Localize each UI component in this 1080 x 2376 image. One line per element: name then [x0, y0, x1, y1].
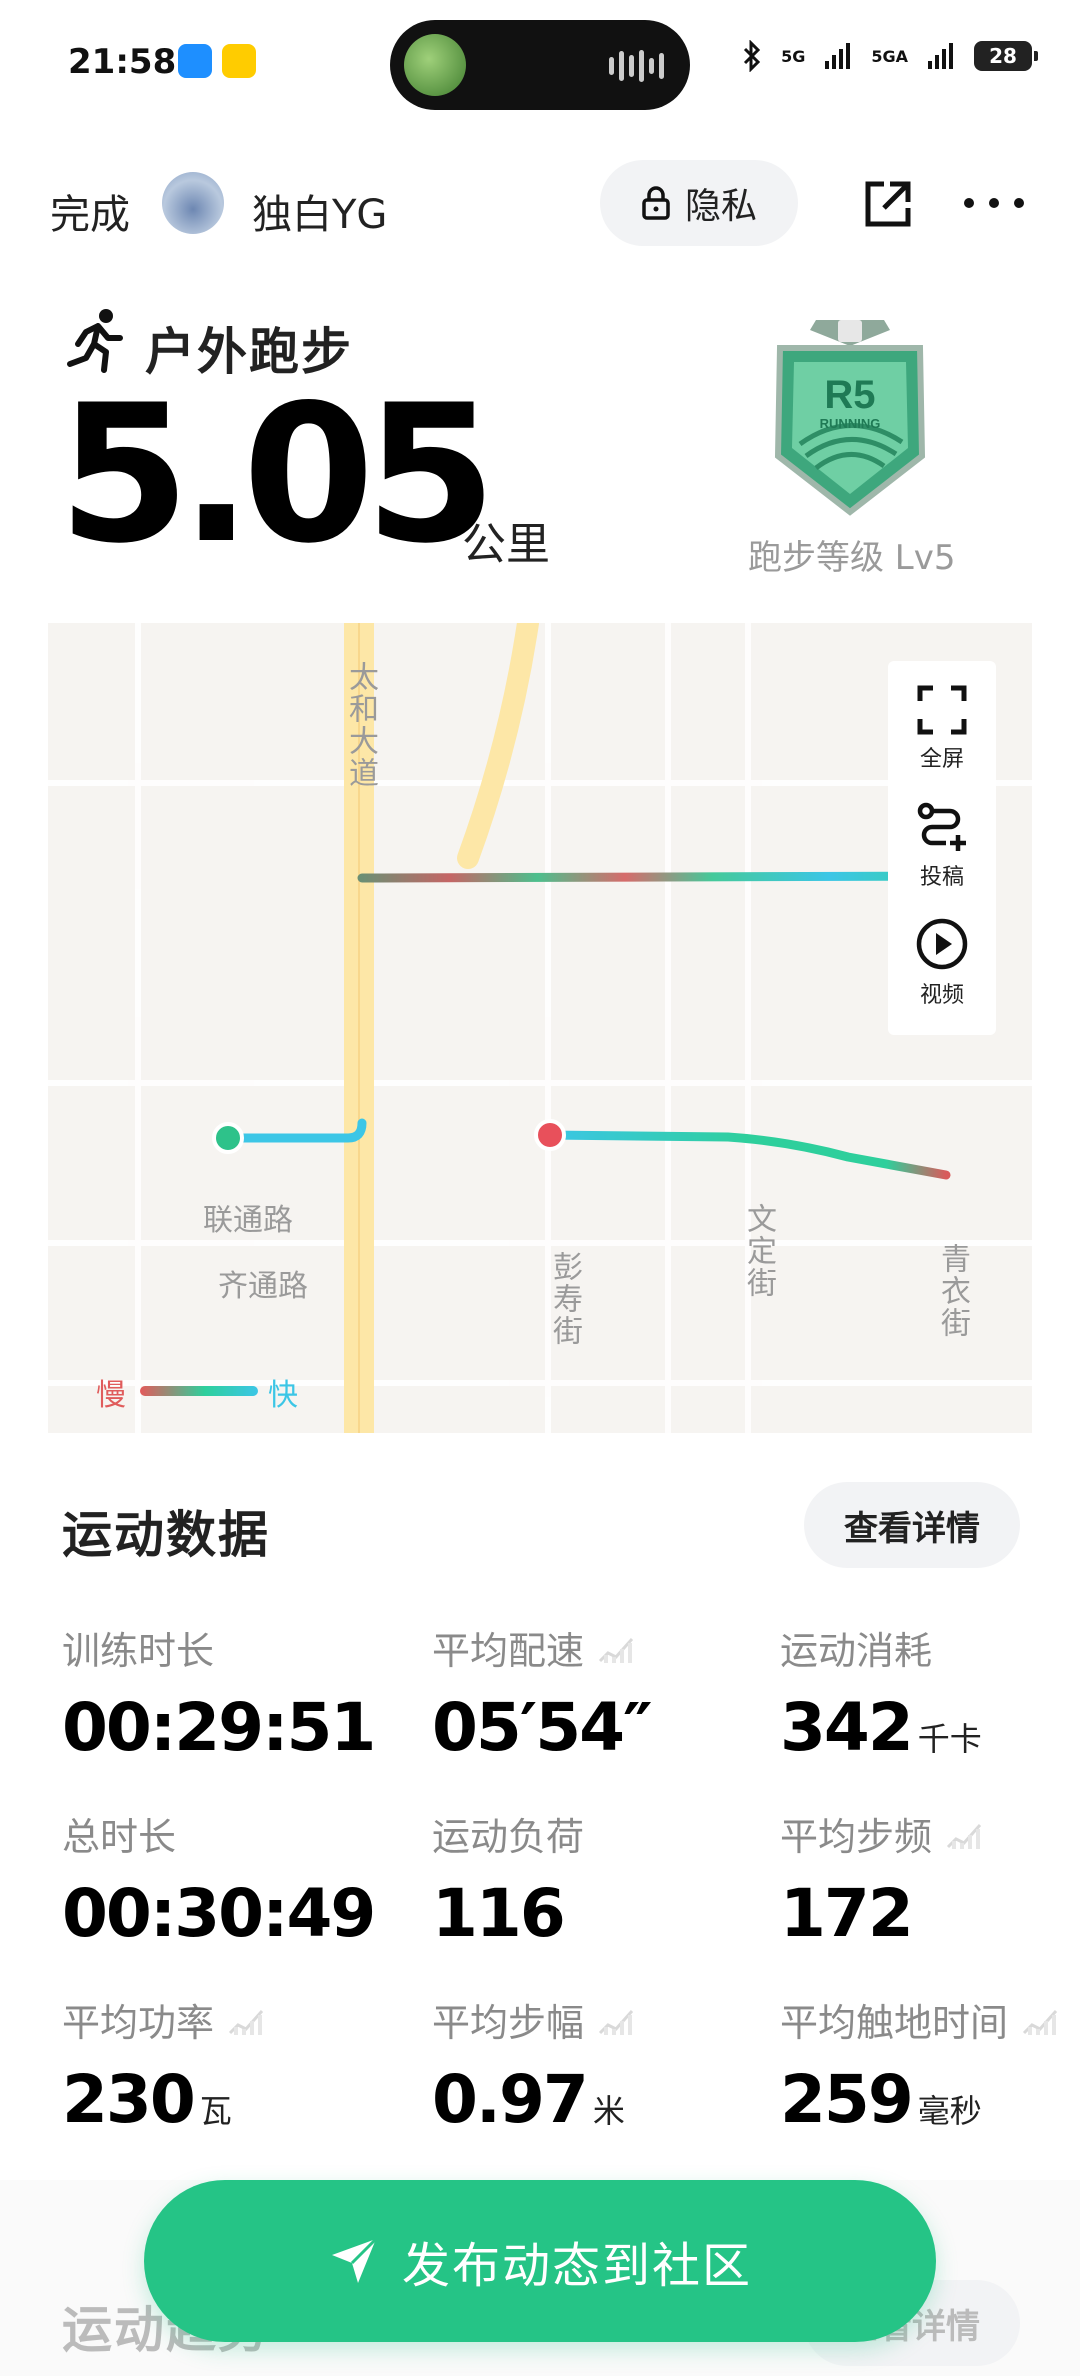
fullscreen-button[interactable]: 全屏 [888, 685, 996, 773]
running-level-badge[interactable]: R5 RUNNING [760, 316, 940, 516]
road-label-pengshou: 彭寿街 [547, 1251, 582, 1347]
video-label: 视频 [919, 983, 964, 1008]
trend-chart-icon [598, 1637, 634, 1663]
stat-label: 平均配速 [432, 1629, 585, 1673]
stat-value: 259 [780, 2061, 914, 2138]
section-title: 运动数据 [62, 1506, 270, 1564]
map-canvas [48, 623, 1032, 1433]
status-bar: 21:58 5G 5GA 28 [0, 0, 1080, 130]
stat-value: 00:30:49 [62, 1875, 376, 1952]
stat-label: 平均触地时间 [780, 2001, 1009, 2045]
map-tools-panel: 全屏 投稿 视频 [888, 661, 996, 1035]
stat-total-duration: 总时长 00:30:49 [62, 1806, 376, 1952]
trend-chart-icon [1022, 2009, 1058, 2035]
app-notification-icon [222, 44, 256, 78]
stat-value: 230 [62, 2061, 196, 2138]
top-bar: 完成 独白YG 隐私 [0, 160, 1080, 250]
network-label: 5GA [871, 46, 908, 66]
stat-value: 00:29:51 [62, 1689, 376, 1766]
stat-unit: 千卡 [917, 1720, 982, 1758]
trend-chart-icon [228, 2009, 264, 2035]
stat-label: 平均功率 [62, 2001, 215, 2045]
signal-icon [825, 43, 851, 69]
avatar[interactable] [162, 172, 224, 234]
stat-value: 0.97 [432, 2061, 589, 2138]
legend-fast-label: 快 [268, 1378, 298, 1413]
video-button[interactable]: 视频 [888, 917, 996, 1009]
stat-average-power[interactable]: 平均功率 230 瓦 [62, 1992, 266, 2138]
status-icons: 5G 5GA 28 [741, 40, 1038, 72]
badge-subtext: RUNNING [820, 416, 881, 431]
legend-slow-label: 慢 [96, 1378, 126, 1413]
stat-value: 342 [780, 1689, 914, 1766]
road-label-liantong: 联通路 [203, 1203, 293, 1238]
send-icon [331, 2237, 378, 2283]
publish-label: 发布动态到社区 [401, 2238, 752, 2294]
road-label-wending: 文定街 [741, 1203, 776, 1299]
battery-icon: 28 [974, 41, 1038, 71]
stat-unit: 毫秒 [917, 2092, 982, 2130]
share-icon[interactable] [862, 178, 914, 230]
stat-label: 运动负荷 [432, 1815, 585, 1859]
stat-average-cadence[interactable]: 平均步频 172 [780, 1806, 984, 1952]
trend-chart-icon [598, 2009, 634, 2035]
more-icon[interactable] [964, 180, 1024, 226]
username[interactable]: 独白YG [252, 182, 387, 240]
publish-to-community-button[interactable]: 发布动态到社区 [144, 2180, 936, 2342]
stat-training-duration: 训练时长 00:29:51 [62, 1620, 376, 1766]
stat-unit: 瓦 [199, 2092, 232, 2130]
view-details-button[interactable]: 查看详情 [804, 1482, 1020, 1568]
audio-wave-icon [609, 50, 664, 82]
privacy-button[interactable]: 隐私 [600, 160, 798, 246]
done-button[interactable]: 完成 [50, 182, 130, 240]
submit-button[interactable]: 投稿 [888, 801, 996, 891]
stat-value: 116 [432, 1875, 566, 1952]
signal-icon [928, 43, 953, 69]
stat-training-load: 运动负荷 116 [432, 1806, 584, 1952]
stat-average-stride[interactable]: 平均步幅 0.97 米 [432, 1992, 636, 2138]
stat-value: 172 [780, 1875, 914, 1952]
app-notification-icon [178, 44, 212, 78]
status-time: 21:58 [68, 42, 177, 82]
stat-calories: 运动消耗 342 千卡 [780, 1620, 982, 1766]
play-icon [916, 918, 968, 970]
road-label-qingyi: 青衣街 [935, 1243, 970, 1339]
stat-ground-contact-time[interactable]: 平均触地时间 259 毫秒 [780, 1992, 1060, 2138]
legend-gradient-bar [140, 1386, 258, 1396]
fullscreen-label: 全屏 [919, 747, 964, 772]
stat-label: 运动消耗 [780, 1629, 933, 1673]
stat-value: 05′54″ [432, 1689, 653, 1766]
pace-legend: 慢 快 [48, 1370, 308, 1413]
road-label-taihe: 太和大道 [343, 661, 378, 789]
stat-label: 训练时长 [62, 1629, 215, 1673]
badge-text: R5 [824, 373, 875, 417]
privacy-label: 隐私 [684, 186, 757, 227]
stat-label: 平均步频 [780, 1815, 933, 1859]
route-submit-icon [917, 802, 966, 851]
road-label-qitong: 齐通路 [218, 1269, 308, 1304]
dynamic-island[interactable] [390, 20, 690, 110]
distance-value: 5.05 [58, 364, 497, 585]
bluetooth-icon [744, 40, 761, 72]
music-thumbnail [404, 34, 466, 96]
stat-label: 总时长 [62, 1815, 177, 1859]
stat-average-pace[interactable]: 平均配速 05′54″ [432, 1620, 653, 1766]
submit-label: 投稿 [919, 865, 964, 890]
fullscreen-icon [917, 685, 967, 735]
route-map[interactable]: 太和大道 联通路 齐通路 彭寿街 文定街 青衣街 全屏 投稿 视频 [48, 623, 1032, 1433]
running-level-label: 跑步等级 Lv5 [748, 538, 956, 578]
trend-chart-icon [946, 1823, 982, 1849]
network-label: 5G [781, 46, 806, 66]
distance-unit: 公里 [462, 519, 550, 570]
stat-unit: 米 [592, 2092, 625, 2130]
lock-icon [642, 186, 670, 220]
stat-label: 平均步幅 [432, 2001, 585, 2045]
